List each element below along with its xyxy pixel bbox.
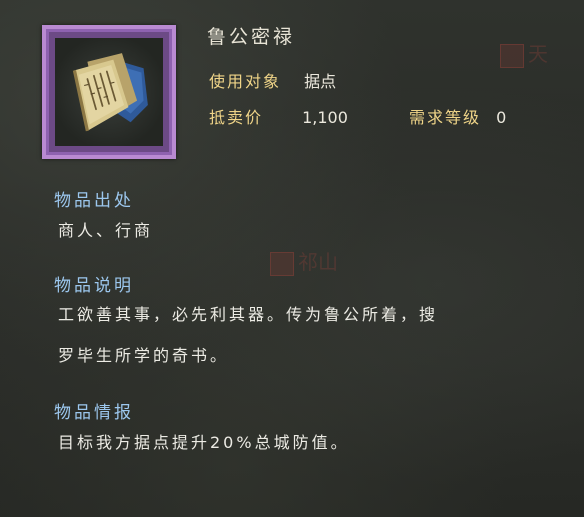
price-row: 抵卖价 1,100 xyxy=(209,104,348,128)
item-icon-frame[interactable] xyxy=(42,25,176,159)
intel-heading: 物品情报 xyxy=(54,403,134,423)
level-value: 0 xyxy=(496,108,507,127)
background-mark-top: 天 xyxy=(500,38,548,68)
item-icon-slot xyxy=(55,38,163,146)
target-value: 据点 xyxy=(304,72,337,91)
price-value: 1,100 xyxy=(302,108,348,127)
level-row: 需求等级 0 xyxy=(409,104,506,128)
seal-icon xyxy=(270,251,294,276)
description-heading: 物品说明 xyxy=(54,276,134,296)
target-row: 使用对象 据点 xyxy=(209,68,336,92)
level-label: 需求等级 xyxy=(409,108,482,127)
price-label: 抵卖价 xyxy=(209,108,264,127)
background-mark-text: 祁山 xyxy=(298,250,338,274)
background-mark-text: 天 xyxy=(528,42,548,66)
source-heading: 物品出处 xyxy=(54,191,134,211)
scroll-icon xyxy=(72,53,148,132)
item-name: 鲁公密禄 xyxy=(207,26,296,48)
description-line-2: 罗毕生所学的奇书。 xyxy=(58,346,230,365)
target-label: 使用对象 xyxy=(209,72,282,91)
source-text: 商人、行商 xyxy=(58,221,154,240)
intel-text: 目标我方据点提升20%总城防值。 xyxy=(58,433,350,452)
description-line-1: 工欲善其事，必先利其器。传为鲁公所着，搜 xyxy=(58,305,439,324)
background-mark-middle: 祁山 xyxy=(270,246,338,276)
seal-icon xyxy=(500,43,524,68)
